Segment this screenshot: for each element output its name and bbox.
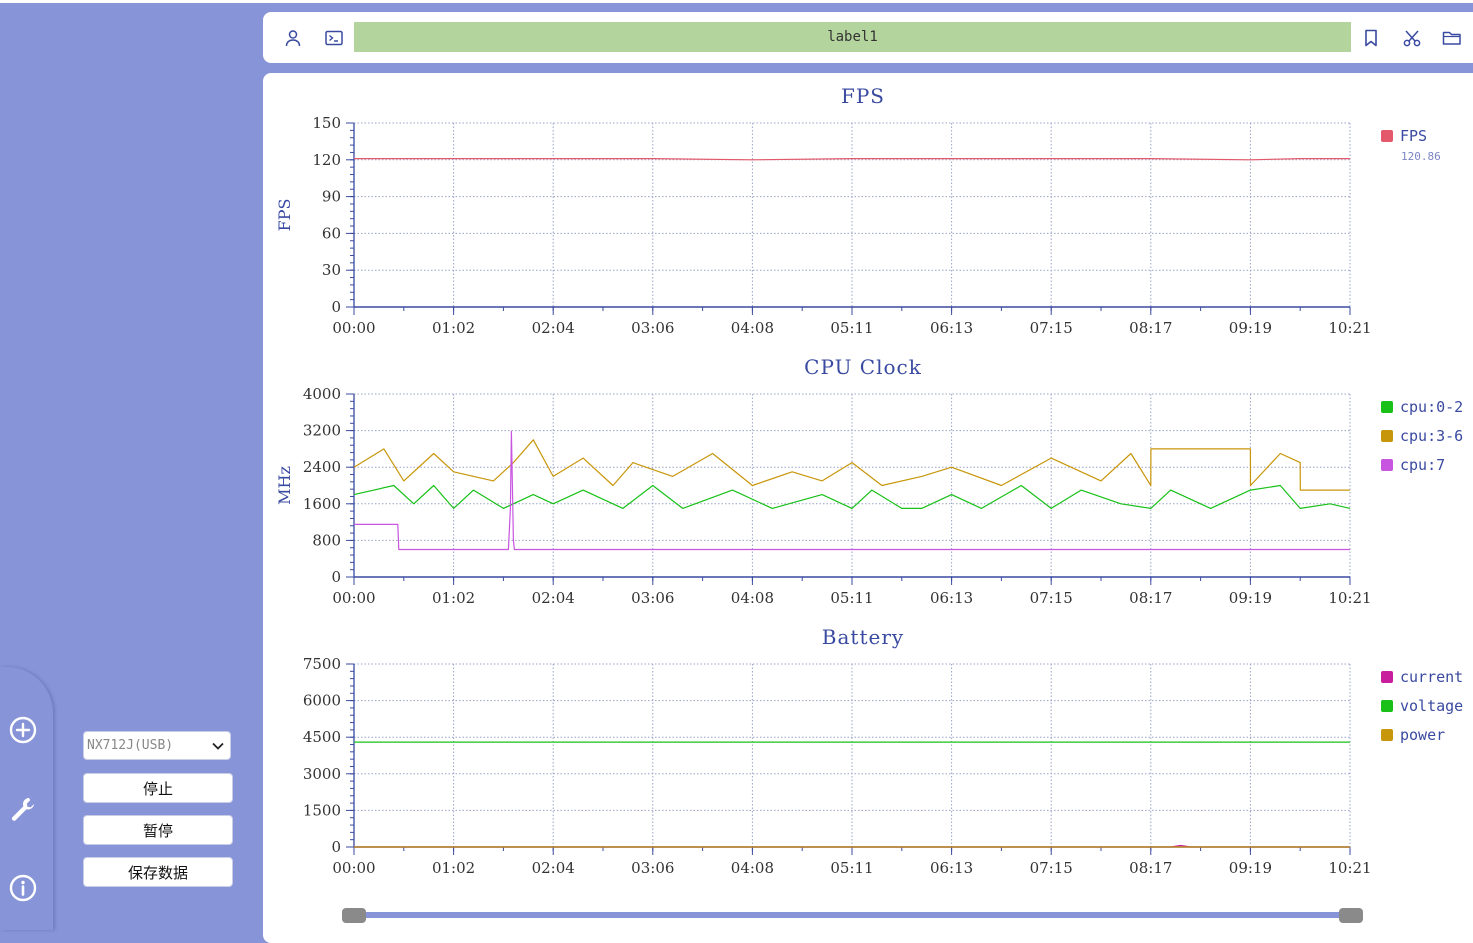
legend-label: current — [1400, 668, 1463, 686]
x-tick-label: 10:21 — [1328, 859, 1371, 877]
y-tick-label: 3200 — [303, 422, 341, 440]
y-tick-label: 0 — [331, 838, 341, 856]
x-tick-label: 04:08 — [731, 859, 774, 877]
chart-title: FPS — [841, 84, 885, 108]
y-tick-label: 2400 — [303, 458, 341, 476]
legend-label: cpu:7 — [1400, 456, 1445, 474]
legend-swatch — [1381, 130, 1393, 142]
x-tick-label: 08:17 — [1129, 859, 1172, 877]
legend-swatch — [1381, 430, 1393, 442]
y-tick-label: 1500 — [303, 801, 341, 819]
x-tick-label: 03:06 — [631, 589, 674, 607]
x-tick-label: 07:15 — [1030, 859, 1073, 877]
y-axis-label: MHz — [275, 466, 294, 505]
x-tick-label: 06:13 — [930, 319, 973, 337]
x-tick-label: 01:02 — [432, 859, 475, 877]
time-range-track[interactable] — [354, 912, 1350, 918]
x-tick-label: 00:00 — [332, 859, 375, 877]
legend-swatch — [1381, 459, 1393, 471]
y-axis-label: FPS — [275, 199, 294, 232]
legend-value: 120.86 — [1401, 150, 1441, 163]
x-tick-label: 08:17 — [1129, 589, 1172, 607]
x-tick-label: 09:19 — [1229, 589, 1272, 607]
x-tick-label: 04:08 — [731, 589, 774, 607]
x-tick-label: 10:21 — [1328, 319, 1371, 337]
x-tick-label: 10:21 — [1328, 589, 1371, 607]
legend-label: cpu:0-2 — [1400, 398, 1463, 416]
x-tick-label: 03:06 — [631, 319, 674, 337]
x-tick-label: 06:13 — [930, 859, 973, 877]
y-tick-label: 0 — [331, 298, 341, 316]
x-tick-label: 04:08 — [731, 319, 774, 337]
y-tick-label: 3000 — [303, 765, 341, 783]
y-tick-label: 60 — [322, 224, 341, 242]
legend-swatch — [1381, 401, 1393, 413]
x-tick-label: 07:15 — [1030, 319, 1073, 337]
x-tick-label: 02:04 — [532, 859, 575, 877]
x-tick-label: 01:02 — [432, 589, 475, 607]
x-tick-label: 00:00 — [332, 319, 375, 337]
x-tick-label: 07:15 — [1030, 589, 1073, 607]
legend-label: FPS — [1400, 127, 1427, 145]
y-tick-label: 4500 — [303, 728, 341, 746]
x-tick-label: 06:13 — [930, 589, 973, 607]
y-tick-label: 0 — [331, 568, 341, 586]
legend-swatch — [1381, 700, 1393, 712]
x-tick-label: 09:19 — [1229, 319, 1272, 337]
y-tick-label: 1600 — [303, 495, 341, 513]
y-tick-label: 150 — [312, 114, 341, 132]
x-tick-label: 09:19 — [1229, 859, 1272, 877]
x-tick-label: 02:04 — [532, 589, 575, 607]
y-tick-label: 800 — [312, 531, 341, 549]
x-tick-label: 05:11 — [830, 319, 873, 337]
x-tick-label: 08:17 — [1129, 319, 1172, 337]
x-tick-label: 03:06 — [631, 859, 674, 877]
x-tick-label: 00:00 — [332, 589, 375, 607]
y-tick-label: 6000 — [303, 692, 341, 710]
x-tick-label: 05:11 — [830, 859, 873, 877]
time-range-start-handle[interactable] — [342, 908, 366, 923]
legend-swatch — [1381, 729, 1393, 741]
legend-swatch — [1381, 671, 1393, 683]
chart-title: CPU Clock — [804, 355, 922, 379]
y-tick-label: 4000 — [303, 385, 341, 403]
x-tick-label: 05:11 — [830, 589, 873, 607]
y-tick-label: 30 — [322, 261, 341, 279]
y-tick-label: 90 — [322, 188, 341, 206]
time-range-end-handle[interactable] — [1339, 908, 1363, 923]
legend-label: cpu:3-6 — [1400, 427, 1463, 445]
chart-title: Battery — [822, 625, 904, 649]
legend-label: power — [1400, 726, 1445, 744]
y-tick-label: 7500 — [303, 655, 341, 673]
legend-label: voltage — [1400, 697, 1463, 715]
x-tick-label: 01:02 — [432, 319, 475, 337]
y-tick-label: 120 — [312, 151, 341, 169]
x-tick-label: 02:04 — [532, 319, 575, 337]
charts-canvas: FPS FPS 0 30 60 90 120 150 00:00 01:02 02:04 03:06 0… — [275, 84, 1463, 877]
